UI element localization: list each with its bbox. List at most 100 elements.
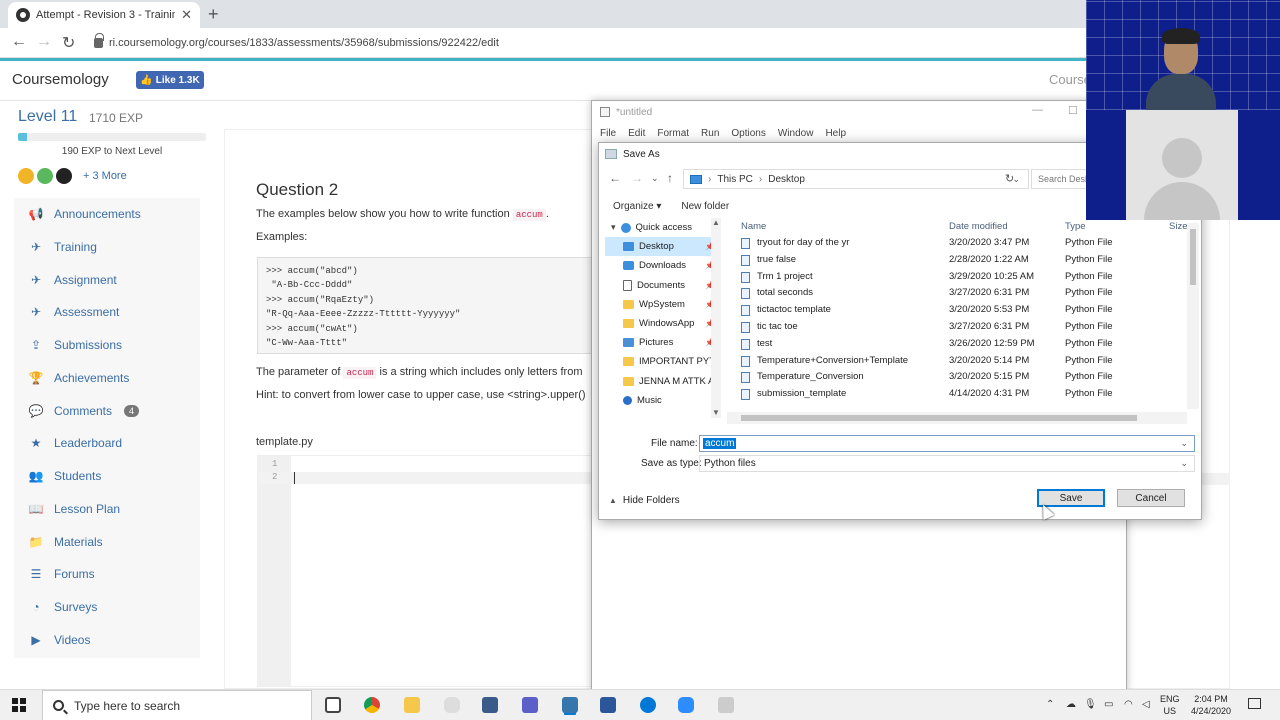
sidebar-item-leaderboard[interactable]: ★ Leaderboard: [14, 427, 200, 459]
sidebar-item-assessment[interactable]: ✈ Assessment: [14, 296, 200, 328]
file-list-vertical-scrollbar[interactable]: [1187, 223, 1199, 409]
battery-icon[interactable]: ▭: [1104, 699, 1113, 710]
word-icon[interactable]: [600, 697, 616, 713]
nav-item-quick-access[interactable]: ▾ Quick access: [605, 218, 715, 237]
onedrive-icon[interactable]: ☁: [1066, 699, 1076, 710]
achievement-badge-icon[interactable]: [37, 168, 53, 184]
python-icon[interactable]: [562, 697, 578, 713]
microphone-icon[interactable]: 🎙: [1084, 699, 1097, 710]
scroll-thumb[interactable]: [741, 415, 1137, 421]
file-explorer-icon[interactable]: [404, 697, 420, 713]
file-name-input[interactable]: accum ⌄: [699, 435, 1195, 452]
sidebar-item-materials[interactable]: 📁 Materials: [14, 526, 200, 558]
notifications-icon[interactable]: [1248, 698, 1261, 709]
cancel-button[interactable]: Cancel: [1117, 489, 1185, 507]
hide-folders-button[interactable]: ▲ Hide Folders: [609, 495, 680, 506]
sidebar-item-lesson-plan[interactable]: 📖 Lesson Plan: [14, 493, 200, 525]
facebook-like-button[interactable]: 👍 Like 1.3K: [136, 71, 204, 89]
organize-button[interactable]: Organize ▾: [613, 201, 661, 212]
browser-tab[interactable]: Attempt - Revision 3 - Training - ✕: [8, 2, 200, 28]
file-row[interactable]: tictactoc template 3/20/2020 5:53 PM Pytho…: [729, 302, 1189, 318]
chevron-up-icon[interactable]: ⌃: [1046, 699, 1054, 710]
nav-item-documents[interactable]: Documents📌: [605, 276, 715, 295]
nav-item-pictures[interactable]: Pictures📌: [605, 333, 715, 352]
sidebar-item-submissions[interactable]: ⇪ Submissions: [14, 329, 200, 361]
file-list-horizontal-scrollbar[interactable]: [727, 412, 1187, 424]
site-logo[interactable]: Coursemology: [12, 71, 109, 88]
sidebar-item-videos[interactable]: ▶ Videos: [14, 624, 200, 656]
scroll-down-icon[interactable]: ▼: [712, 408, 720, 417]
file-row[interactable]: tic tac toe 3/27/2020 6:31 PM Python File: [729, 319, 1189, 335]
achievement-badge-icon[interactable]: [56, 168, 72, 184]
nav-item-windowsapp[interactable]: WindowsApp📌: [605, 314, 715, 333]
nav-item-jenna-m-attk-a[interactable]: JENNA M ATTK A: [605, 372, 715, 391]
file-row[interactable]: test 3/26/2020 12:59 PM Python File: [729, 336, 1189, 352]
code-editor[interactable]: 1 2: [257, 455, 597, 687]
scroll-up-icon[interactable]: ▲: [712, 218, 720, 227]
file-row[interactable]: Temperature+Conversion+Template 3/20/2020…: [729, 353, 1189, 369]
close-tab-icon[interactable]: ✕: [181, 7, 192, 23]
nav-item-desktop[interactable]: Desktop📌: [605, 237, 715, 257]
navigation-pane-scrollbar[interactable]: ▲ ▼: [711, 218, 721, 418]
sidebar-item-achievements[interactable]: 🏆 Achievements: [14, 362, 200, 394]
file-row[interactable]: Temperature_Conversion 3/20/2020 5:15 PM P…: [729, 369, 1189, 385]
menu-edit[interactable]: Edit: [628, 128, 645, 139]
language-indicator[interactable]: ENG US: [1160, 693, 1180, 717]
nav-item-wpsystem[interactable]: WpSystem📌: [605, 295, 715, 314]
chrome-icon[interactable]: [364, 697, 380, 713]
new-folder-button[interactable]: New folder: [681, 201, 729, 212]
menu-options[interactable]: Options: [731, 128, 765, 139]
file-row[interactable]: total seconds 3/27/2020 6:31 PM Python Fil…: [729, 285, 1189, 301]
chevron-down-icon[interactable]: ⌄: [1180, 438, 1188, 449]
menu-window[interactable]: Window: [778, 128, 814, 139]
forward-arrow-icon[interactable]: →: [631, 171, 643, 185]
wifi-icon[interactable]: ◠: [1124, 699, 1133, 710]
sidebar-item-assignment[interactable]: ✈ Assignment: [14, 264, 200, 296]
up-arrow-icon[interactable]: ↑: [667, 171, 673, 185]
back-arrow-icon[interactable]: ←: [609, 171, 621, 185]
menu-help[interactable]: Help: [825, 128, 846, 139]
course-title[interactable]: Course: [1049, 72, 1091, 87]
sidebar-item-students[interactable]: 👥 Students: [14, 460, 200, 492]
volume-icon[interactable]: ◁: [1142, 699, 1150, 710]
app-icon[interactable]: [718, 697, 734, 713]
chevron-down-icon[interactable]: ▾: [611, 222, 616, 233]
column-header-type[interactable]: Type: [1065, 221, 1086, 232]
reload-icon[interactable]: ↻: [62, 33, 75, 53]
address-bar[interactable]: ri.coursemology.org/courses/1833/assessm…: [88, 31, 1088, 55]
zoom-icon[interactable]: [678, 697, 694, 713]
menu-run[interactable]: Run: [701, 128, 719, 139]
file-row[interactable]: tryout for day of the yr 3/20/2020 3:47 P…: [729, 235, 1189, 251]
app-icon[interactable]: [444, 697, 460, 713]
sidebar-item-surveys[interactable]: ◔ Surveys: [14, 591, 200, 623]
windows-start-icon[interactable]: [12, 698, 26, 712]
nav-item-music[interactable]: Music: [605, 391, 715, 410]
sidebar-item-forums[interactable]: ☰ Forums: [14, 558, 200, 590]
forward-arrow-icon[interactable]: →: [36, 33, 52, 51]
taskbar-search[interactable]: Type here to search: [42, 690, 312, 720]
breadcrumb-item[interactable]: This PC: [717, 174, 753, 185]
sidebar-item-announcements[interactable]: 📢 Announcements: [14, 198, 200, 230]
achievement-badge-icon[interactable]: [18, 168, 34, 184]
more-achievements-link[interactable]: + 3 More: [83, 170, 127, 182]
sidebar-item-training[interactable]: ✈ Training: [14, 231, 200, 263]
sidebar-item-comments[interactable]: 💬 Comments 4: [14, 395, 200, 427]
recent-locations-chevron-icon[interactable]: ⌄: [651, 173, 659, 184]
maximize-icon[interactable]: ☐: [1068, 104, 1078, 117]
breadcrumb-item[interactable]: Desktop: [768, 174, 805, 185]
nav-item-downloads[interactable]: Downloads📌: [605, 256, 715, 275]
file-row[interactable]: Trm 1 project 3/29/2020 10:25 AM Python Fi…: [729, 269, 1189, 285]
refresh-icon[interactable]: ↻: [1005, 172, 1014, 185]
menu-format[interactable]: Format: [657, 128, 689, 139]
minimize-icon[interactable]: —: [1032, 104, 1043, 116]
column-header-date[interactable]: Date modified: [949, 221, 1008, 232]
column-header-size[interactable]: Size: [1169, 221, 1187, 232]
file-row[interactable]: true false 2/28/2020 1:22 AM Python File: [729, 252, 1189, 268]
save-as-type-select[interactable]: Python files ⌄: [699, 455, 1195, 472]
menu-file[interactable]: File: [600, 128, 616, 139]
column-header-name[interactable]: Name: [741, 221, 766, 232]
breadcrumb[interactable]: › This PC › Desktop ⌄: [683, 169, 1029, 189]
file-row[interactable]: submission_template 4/14/2020 4:31 PM Pyth…: [729, 386, 1189, 402]
edge-icon[interactable]: [640, 697, 656, 713]
new-tab-icon[interactable]: +: [208, 4, 219, 25]
